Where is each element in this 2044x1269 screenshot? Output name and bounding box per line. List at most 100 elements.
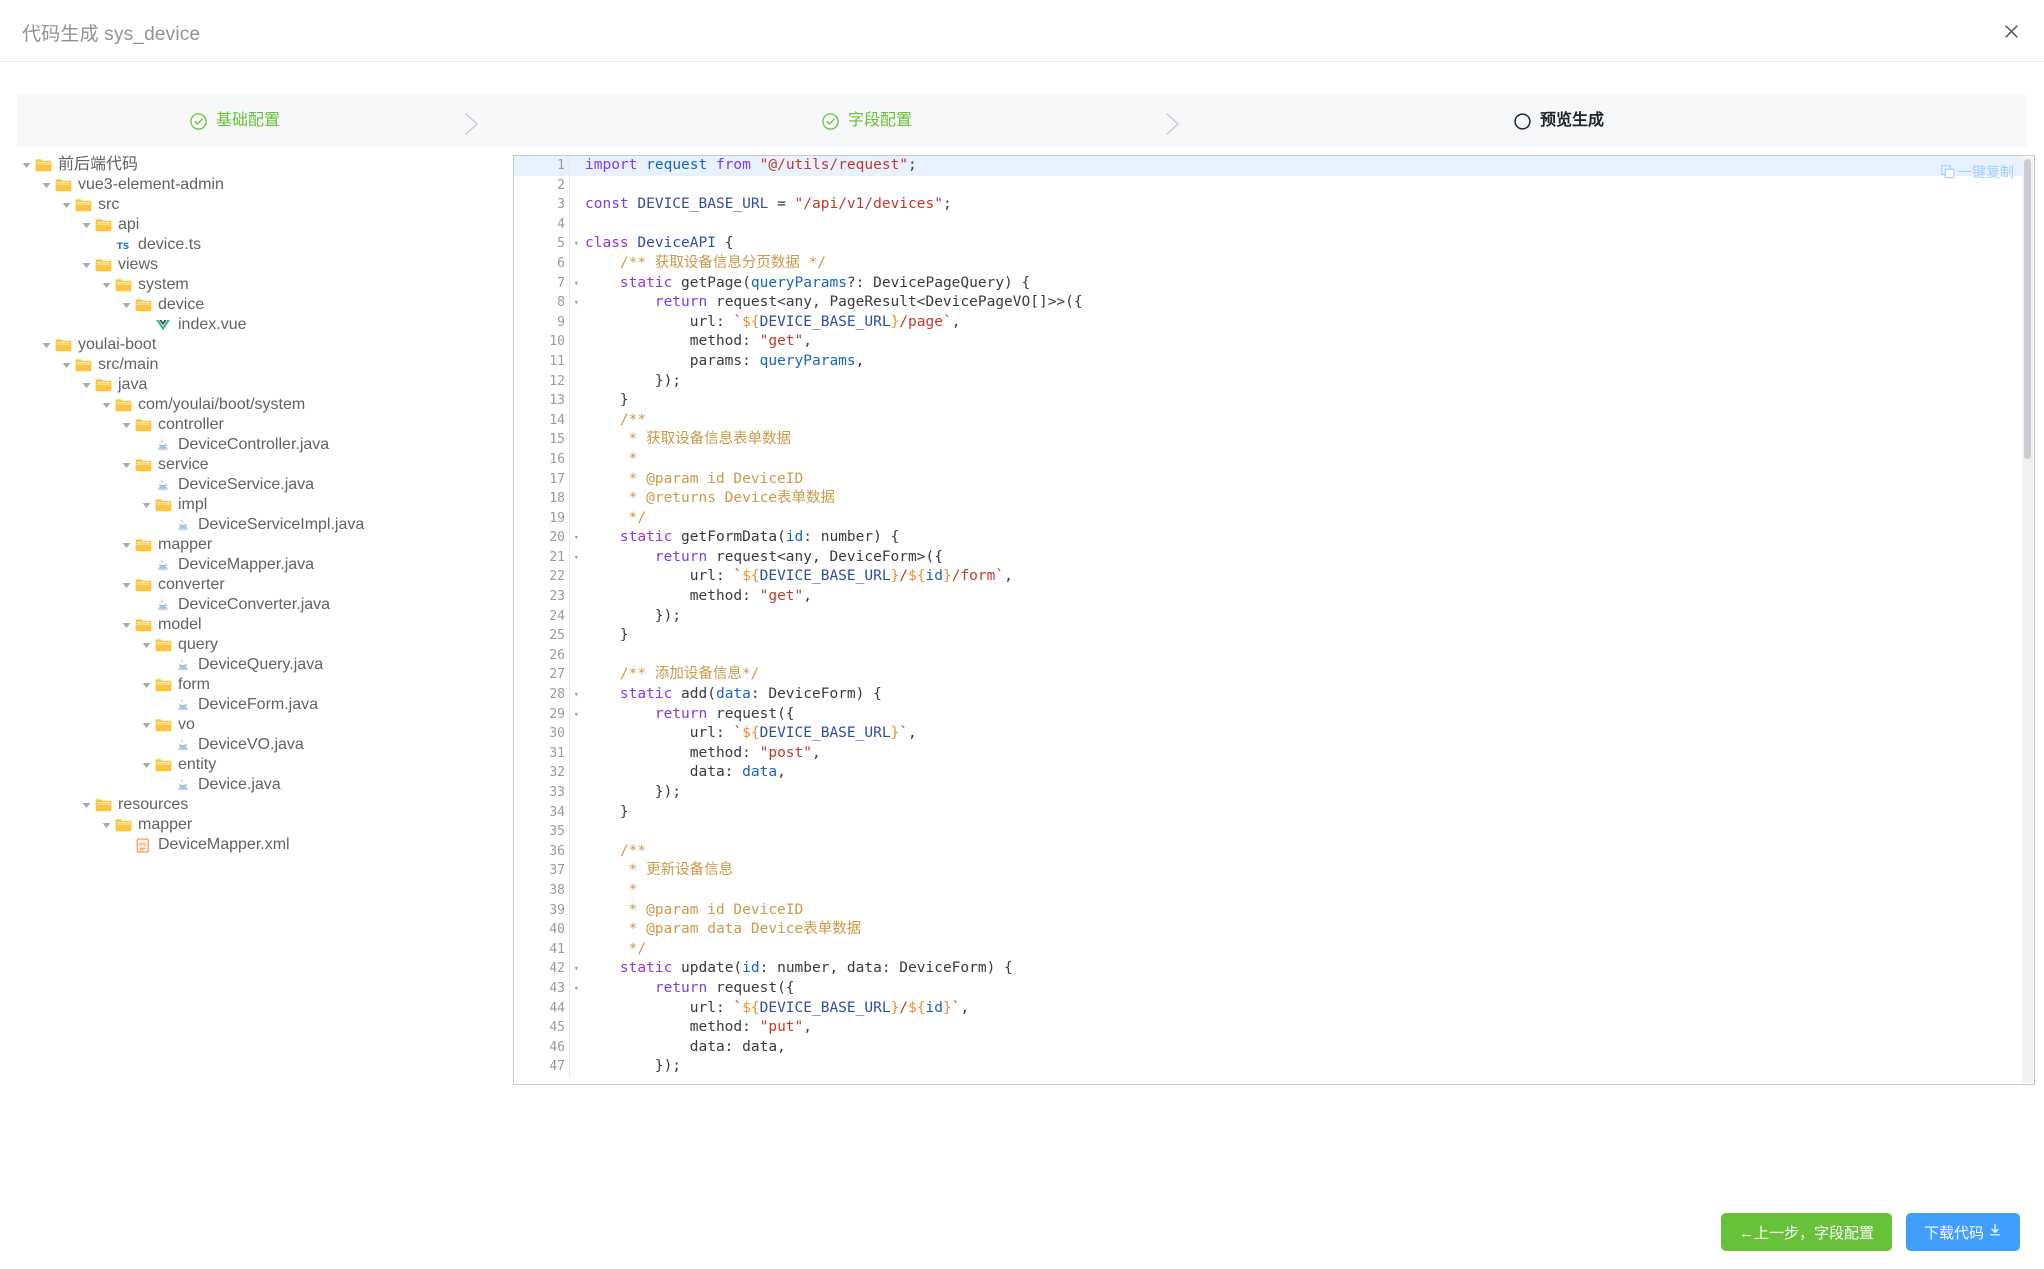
code-line-row[interactable]: 25 }	[514, 626, 2022, 646]
code-line-row[interactable]: 21 ▾ return request<any, DeviceForm>({	[514, 547, 2022, 568]
code-line-row[interactable]: 16 *	[514, 449, 2022, 470]
chevron-down-icon[interactable]	[38, 337, 54, 353]
chevron-down-icon[interactable]	[98, 397, 114, 413]
code-line-row[interactable]: 47 });	[514, 1057, 2022, 1077]
tree-folder-node[interactable]: model	[0, 615, 505, 635]
tree-folder-node[interactable]: entity	[0, 755, 505, 775]
tree-folder-node[interactable]: 前后端代码	[0, 155, 505, 175]
chevron-down-icon[interactable]	[58, 357, 74, 373]
tree-folder-node[interactable]: query	[0, 635, 505, 655]
tree-folder-node[interactable]: api	[0, 215, 505, 235]
code-line-row[interactable]: 18 * @returns Device表单数据	[514, 489, 2022, 509]
fold-arrow-icon[interactable]: ▾	[574, 960, 579, 979]
code-line-row[interactable]: 22 url: `${DEVICE_BASE_URL}/${id}/form`,	[514, 567, 2022, 588]
code-line-row[interactable]: 27 /** 添加设备信息*/	[514, 665, 2022, 686]
step-field-config[interactable]: 字段配置	[687, 95, 1357, 147]
code-line-row[interactable]: 11 params: queryParams,	[514, 351, 2022, 372]
code-line-row[interactable]: 41 */	[514, 939, 2022, 960]
code-line-row[interactable]: 40 * @param data Device表单数据	[514, 920, 2022, 940]
chevron-down-icon[interactable]	[78, 217, 94, 233]
chevron-down-icon[interactable]	[118, 537, 134, 553]
tree-file-node[interactable]: index.vue	[0, 315, 505, 335]
chevron-down-icon[interactable]	[118, 457, 134, 473]
code-line-row[interactable]: 1 import request from "@/utils/request";	[514, 156, 2022, 176]
tree-folder-node[interactable]: mapper	[0, 815, 505, 835]
chevron-down-icon[interactable]	[118, 297, 134, 313]
code-line-row[interactable]: 36 /**	[514, 841, 2022, 862]
chevron-down-icon[interactable]	[138, 497, 154, 513]
chevron-down-icon[interactable]	[38, 177, 54, 193]
code-line-row[interactable]: 14 /**	[514, 410, 2022, 431]
fold-arrow-icon[interactable]: ▾	[574, 686, 579, 705]
code-line-row[interactable]: 44 url: `${DEVICE_BASE_URL}/${id}`,	[514, 998, 2022, 1019]
chevron-down-icon[interactable]	[118, 417, 134, 433]
chevron-down-icon[interactable]	[78, 257, 94, 273]
code-line-row[interactable]: 6 /** 获取设备信息分页数据 */	[514, 253, 2022, 274]
code-line-row[interactable]: 2	[514, 175, 2022, 196]
tree-folder-node[interactable]: form	[0, 675, 505, 695]
close-icon[interactable]	[1996, 16, 2026, 46]
code-line-row[interactable]: 37 * 更新设备信息	[514, 861, 2022, 881]
tree-file-node[interactable]: DeviceServiceImpl.java	[0, 515, 505, 535]
step-preview-generate[interactable]: 预览生成	[1357, 95, 2027, 147]
code-line-row[interactable]: 12 });	[514, 371, 2022, 392]
code-line-row[interactable]: 34 }	[514, 802, 2022, 823]
tree-folder-node[interactable]: controller	[0, 415, 505, 435]
tree-folder-node[interactable]: views	[0, 255, 505, 275]
tree-folder-node[interactable]: service	[0, 455, 505, 475]
tree-file-node[interactable]: DeviceVO.java	[0, 735, 505, 755]
tree-file-node[interactable]: DeviceMapper.java	[0, 555, 505, 575]
fold-arrow-icon[interactable]: ▾	[574, 235, 579, 254]
chevron-down-icon[interactable]	[98, 817, 114, 833]
code-scrollbar[interactable]	[2022, 157, 2033, 1083]
tree-file-node[interactable]: DeviceController.java	[0, 435, 505, 455]
tree-file-node[interactable]: DeviceForm.java	[0, 695, 505, 715]
tree-file-node[interactable]: DeviceQuery.java	[0, 655, 505, 675]
code-line-row[interactable]: 19 */	[514, 508, 2022, 529]
tree-folder-node[interactable]: impl	[0, 495, 505, 515]
code-line-row[interactable]: 30 url: `${DEVICE_BASE_URL}`,	[514, 724, 2022, 744]
code-line-row[interactable]: 15 * 获取设备信息表单数据	[514, 430, 2022, 450]
code-line-row[interactable]: 13 }	[514, 391, 2022, 411]
code-line-row[interactable]: 45 method: "put",	[514, 1018, 2022, 1038]
tree-file-node[interactable]: DeviceConverter.java	[0, 595, 505, 615]
chevron-down-icon[interactable]	[98, 277, 114, 293]
code-line-row[interactable]: 31 method: "post",	[514, 743, 2022, 764]
code-line-row[interactable]: 8 ▾ return request<any, PageResult<Device…	[514, 293, 2022, 313]
prev-step-button[interactable]: ←上一步，字段配置	[1720, 1213, 1892, 1251]
chevron-down-icon[interactable]	[118, 617, 134, 633]
code-line-row[interactable]: 46 data: data,	[514, 1037, 2022, 1058]
fold-arrow-icon[interactable]: ▾	[574, 549, 579, 568]
fold-arrow-icon[interactable]: ▾	[574, 275, 579, 294]
fold-arrow-icon[interactable]: ▾	[574, 529, 579, 548]
tree-folder-node[interactable]: youlai-boot	[0, 335, 505, 355]
code-line-row[interactable]: 43 ▾ return request({	[514, 978, 2022, 999]
code-line-row[interactable]: 26	[514, 645, 2022, 666]
step-basic-config[interactable]: 基础配置	[17, 95, 687, 147]
code-line-row[interactable]: 7 ▾ static getPage(queryParams?: DevicePa…	[514, 273, 2022, 294]
copy-code-button[interactable]: 一键复制	[1941, 162, 2014, 182]
tree-file-node[interactable]: DeviceService.java	[0, 475, 505, 495]
code-line-row[interactable]: 42 ▾ static update(id: number, data: Devi…	[514, 959, 2022, 979]
fold-arrow-icon[interactable]: ▾	[574, 294, 579, 313]
code-line-row[interactable]: 5 ▾ class DeviceAPI {	[514, 234, 2022, 254]
code-line-row[interactable]: 17 * @param id DeviceID	[514, 469, 2022, 490]
code-line-row[interactable]: 10 method: "get",	[514, 332, 2022, 352]
code-line-row[interactable]: 38 *	[514, 880, 2022, 901]
fold-arrow-icon[interactable]: ▾	[574, 980, 579, 999]
code-line-row[interactable]: 29 ▾ return request({	[514, 704, 2022, 725]
code-scrollbar-thumb[interactable]	[2024, 159, 2031, 459]
chevron-down-icon[interactable]	[138, 677, 154, 693]
chevron-down-icon[interactable]	[138, 717, 154, 733]
code-line-row[interactable]: 28 ▾ static add(data: DeviceForm) {	[514, 685, 2022, 705]
code-line-row[interactable]: 23 method: "get",	[514, 587, 2022, 607]
tree-folder-node[interactable]: mapper	[0, 535, 505, 555]
code-line-row[interactable]: 32 data: data,	[514, 763, 2022, 783]
chevron-down-icon[interactable]	[78, 377, 94, 393]
tree-folder-node[interactable]: converter	[0, 575, 505, 595]
tree-folder-node[interactable]: src	[0, 195, 505, 215]
code-line-row[interactable]: 35	[514, 822, 2022, 842]
tree-folder-node[interactable]: system	[0, 275, 505, 295]
fold-arrow-icon[interactable]: ▾	[574, 706, 579, 725]
tree-folder-node[interactable]: vo	[0, 715, 505, 735]
